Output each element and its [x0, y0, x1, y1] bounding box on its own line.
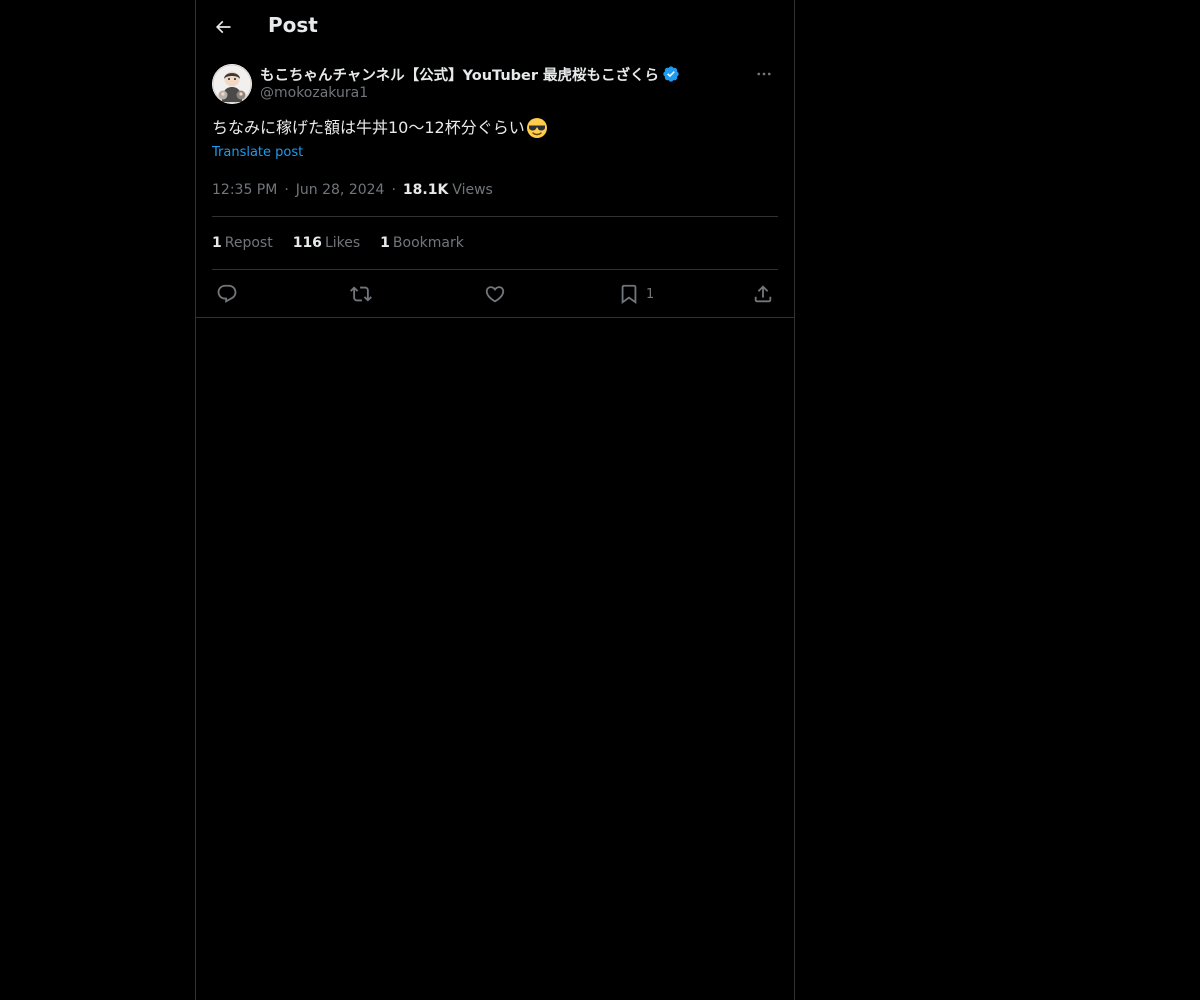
- action-bar: 1: [196, 270, 794, 318]
- main-column: Post もこちゃんチャンネル【公式】YouTuber 最虎桜もこざくら @mo…: [195, 0, 795, 1000]
- share-icon: [754, 285, 772, 303]
- heart-icon: [485, 286, 505, 303]
- back-button[interactable]: [208, 10, 238, 44]
- repost-icon: [350, 286, 372, 302]
- page-title: Post: [268, 13, 318, 37]
- translate-post-link[interactable]: Translate post: [212, 145, 303, 160]
- like-button[interactable]: [484, 282, 506, 306]
- meta-separator: ·: [284, 182, 289, 198]
- meta-separator: ·: [391, 182, 396, 198]
- bookmarks-stat[interactable]: 1 Bookmark: [380, 235, 464, 251]
- post-text-container: ちなみに稼げた額は牛丼10〜12杯分ぐらい: [212, 117, 778, 139]
- likes-stat[interactable]: 116 Likes: [293, 235, 360, 251]
- post-stats: 1 Repost 116 Likes 1 Bookmark: [212, 217, 778, 270]
- header: Post: [196, 0, 794, 53]
- more-options-button[interactable]: [750, 60, 778, 88]
- avatar-image: [212, 64, 252, 104]
- bookmark-button[interactable]: 1: [618, 282, 654, 306]
- more-horizontal-icon: [757, 72, 771, 76]
- author-name[interactable]: もこちゃんチャンネル【公式】YouTuber 最虎桜もこざくら: [260, 64, 659, 85]
- reposts-stat[interactable]: 1 Repost: [212, 235, 273, 251]
- bookmark-icon: [621, 284, 637, 305]
- post-date[interactable]: Jun 28, 2024: [296, 182, 385, 198]
- post-text: ちなみに稼げた額は牛丼10〜12杯分ぐらい: [212, 118, 525, 137]
- reposts-count: 1: [212, 235, 222, 251]
- likes-count: 116: [292, 235, 322, 251]
- reposts-label: Repost: [224, 235, 273, 251]
- post: もこちゃんチャンネル【公式】YouTuber 最虎桜もこざくら @mokozak…: [196, 64, 794, 318]
- arrow-left-icon: [215, 20, 231, 34]
- likes-label: Likes: [324, 235, 361, 251]
- share-button[interactable]: [752, 282, 774, 306]
- author-row: もこちゃんチャンネル【公式】YouTuber 最虎桜もこざくら @mokozak…: [212, 64, 778, 120]
- views-count[interactable]: 18.1K: [403, 182, 448, 198]
- views-label: Views: [452, 182, 493, 198]
- repost-button[interactable]: [350, 282, 372, 306]
- post-meta: 12:35 PM · Jun 28, 2024 · 18.1K Views: [212, 180, 778, 217]
- verified-badge-icon[interactable]: [662, 65, 680, 83]
- post-time[interactable]: 12:35 PM: [212, 182, 277, 198]
- sunglasses-emoji-icon: [526, 117, 548, 139]
- avatar[interactable]: [212, 64, 252, 104]
- author-handle[interactable]: @mokozakura1: [260, 85, 368, 101]
- reply-button[interactable]: [216, 282, 238, 306]
- bookmark-action-count: 1: [646, 286, 655, 302]
- author-name-line: もこちゃんチャンネル【公式】YouTuber 最虎桜もこざくら: [260, 64, 680, 84]
- reply-icon: [217, 284, 237, 303]
- bookmarks-count: 1: [380, 235, 390, 251]
- bookmarks-label: Bookmark: [392, 235, 464, 251]
